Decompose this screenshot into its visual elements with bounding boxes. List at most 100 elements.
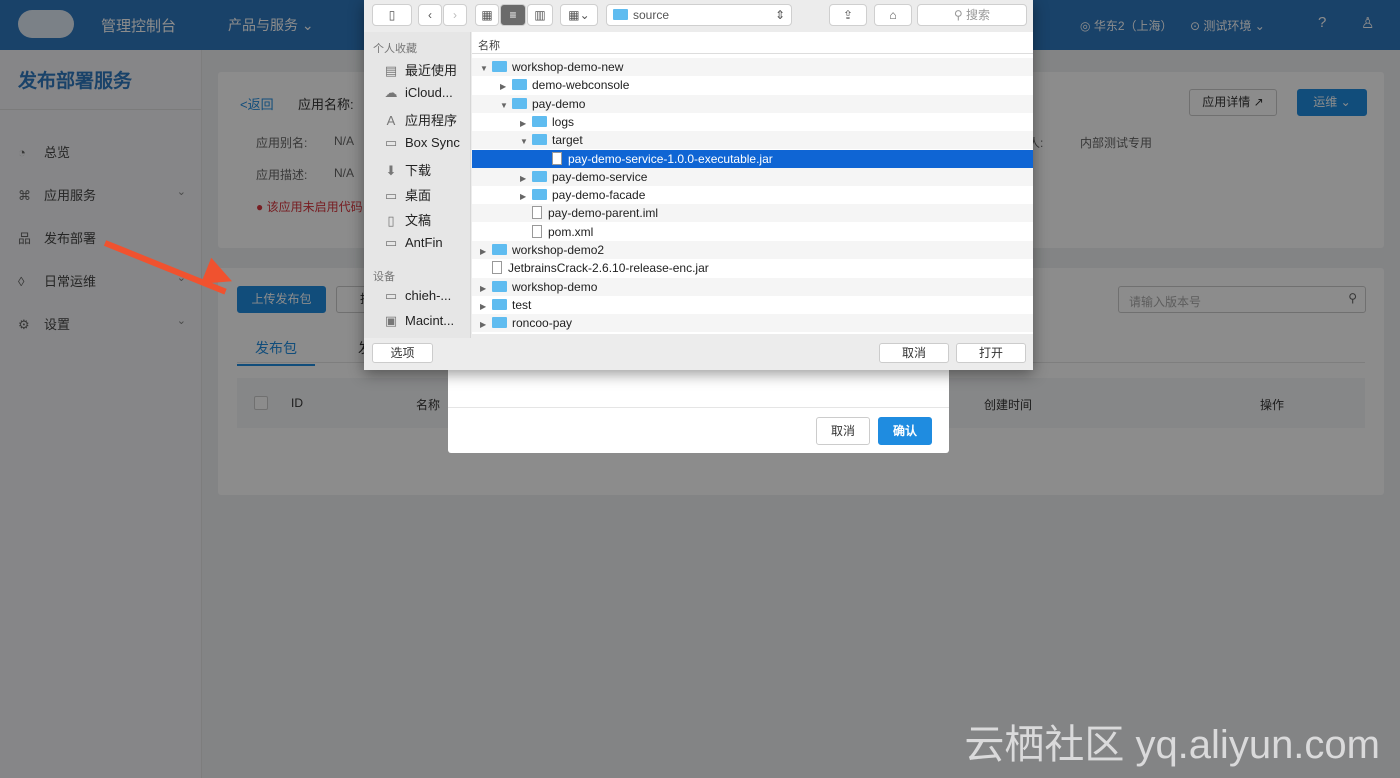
file-row[interactable]: ▶ roncoo-pay (472, 314, 1033, 334)
file-name: workshop-demo-new (512, 60, 624, 74)
file-name: pay-demo-service-1.0.0-executable.jar (568, 151, 773, 166)
favorite-item[interactable]: ☁ iCloud... (382, 85, 453, 101)
file-row[interactable]: ▶ pay-demo-facade (472, 186, 1033, 204)
file-row[interactable]: pom.xml (472, 223, 1033, 241)
favorite-label: 下载 (405, 163, 432, 178)
folder-icon (512, 79, 527, 91)
favorite-item[interactable]: ▭ AntFin (382, 235, 443, 251)
recent-icon: ▤ (384, 63, 398, 78)
file-row[interactable]: ▶ pay-demo-service (472, 167, 1033, 188)
favorite-item[interactable]: ▤ 最近使用 (382, 60, 457, 79)
file-row[interactable]: ▼ pay-demo (472, 94, 1033, 115)
file-icon (492, 261, 502, 275)
file-name: pay-demo-service (552, 169, 648, 184)
sidebar-toggle-button[interactable]: ▯ (372, 4, 412, 26)
folder-icon (613, 9, 628, 20)
folder-icon (492, 61, 507, 72)
file-row[interactable]: pay-demo-service-1.0.0-executable.jar (472, 149, 1033, 168)
favorite-item[interactable]: ⬇ 下载 (382, 160, 431, 179)
dialog-open-button[interactable]: 打开 (956, 343, 1026, 363)
file-row[interactable]: ▼ target (472, 131, 1033, 151)
disk-icon: ▣ (384, 313, 398, 328)
favorite-item[interactable]: A 应用程序 (382, 110, 457, 129)
desktop-icon: ▭ (384, 188, 398, 203)
location-popup[interactable]: source ⇕ (606, 4, 792, 26)
file-name: target (552, 133, 583, 148)
file-name: test (512, 297, 532, 312)
modal-confirm-button[interactable]: 确认 (878, 417, 932, 445)
back-button[interactable]: ‹ (418, 4, 442, 26)
tag-button[interactable]: ⌂ (874, 4, 912, 26)
folder-icon (492, 317, 507, 329)
favorite-item[interactable]: ▭ 桌面 (382, 185, 431, 204)
favorite-item[interactable]: ▯ 文稿 (382, 210, 431, 229)
devices-header: 设备 (373, 271, 395, 283)
file-row[interactable]: pay-demo-parent.iml (472, 204, 1033, 223)
device-item[interactable]: ▣ Macint... (382, 313, 454, 329)
column-view-button[interactable]: ▥ (527, 4, 553, 26)
disclosure-open-icon[interactable]: ▼ (520, 133, 532, 151)
favorite-label: iCloud... (405, 85, 453, 100)
device-item[interactable]: ▭ chieh-... (382, 288, 451, 304)
favorite-label: 应用程序 (405, 113, 458, 128)
favorites-sidebar: 个人收藏 ▤ 最近使用 ☁ iCloud... A 应用程序 ▭ Box Sync ⬇ 下载 ▭ 桌面… (364, 32, 471, 338)
file-row[interactable]: ▶ workshop-demo (472, 277, 1033, 298)
share-button[interactable]: ⇪ (829, 4, 867, 26)
applications-icon: A (386, 113, 396, 128)
favorites-header: 个人收藏 (373, 43, 417, 55)
column-header-name[interactable]: 名称 (472, 32, 1033, 54)
search-placeholder: 搜索 (966, 8, 991, 22)
file-row[interactable]: ▶ logs (472, 113, 1033, 131)
file-name: workshop-demo (512, 279, 598, 294)
favorite-item[interactable]: ▭ Box Sync (382, 135, 460, 151)
forward-button[interactable]: › (443, 4, 467, 26)
disclosure-closed-icon[interactable]: ▶ (480, 243, 492, 261)
file-name: demo-webconsole (532, 78, 630, 93)
file-row[interactable]: ▼ workshop-demo-new (472, 58, 1033, 76)
device-label: Macint... (405, 313, 455, 328)
download-icon: ⬇ (385, 163, 397, 178)
favorite-label: 文稿 (405, 213, 432, 228)
list-view-button[interactable]: ≡ (500, 4, 526, 26)
file-open-dialog: ▯ ‹ › ▦ ≡ ▥ ▦⌄ source ⇕ ⇪ ⌂ ⚲ 搜索 个人收藏 ▤ 最近… (364, 0, 1033, 370)
folder-icon (532, 170, 547, 182)
file-name: pom.xml (548, 224, 594, 239)
disclosure-closed-icon[interactable]: ▶ (520, 188, 532, 206)
disclosure-open-icon[interactable]: ▼ (480, 60, 492, 78)
options-button[interactable]: 选项 (372, 343, 433, 363)
disclosure-closed-icon[interactable]: ▶ (520, 170, 532, 188)
file-icon (532, 224, 542, 238)
disclosure-closed-icon[interactable]: ▶ (520, 115, 532, 133)
search-icon: ⚲ (953, 8, 967, 22)
disclosure-closed-icon[interactable]: ▶ (500, 78, 512, 96)
arrange-button[interactable]: ▦⌄ (560, 4, 598, 26)
file-name: pay-demo-facade (552, 188, 646, 203)
folder-icon (492, 244, 507, 255)
file-row[interactable]: ▶ demo-webconsole (472, 76, 1033, 94)
file-name: logs (552, 114, 575, 129)
modal-divider (448, 407, 949, 408)
finder-search-input[interactable]: ⚲ 搜索 (917, 4, 1027, 26)
file-row[interactable]: JetbrainsCrack-2.6.10-release-enc.jar (472, 259, 1033, 277)
icon-view-button[interactable]: ▦ (475, 4, 499, 26)
file-name: pay-demo (532, 96, 586, 111)
file-name: workshop-demo2 (512, 243, 605, 257)
folder-icon (492, 280, 507, 292)
disclosure-closed-icon[interactable]: ▶ (480, 280, 492, 298)
disclosure-closed-icon[interactable]: ▶ (480, 316, 492, 334)
dialog-cancel-button[interactable]: 取消 (879, 343, 949, 363)
file-row[interactable]: ▶ test (472, 296, 1033, 314)
file-row[interactable]: ▶ workshop-demo2 (472, 241, 1033, 259)
icloud-icon: ☁ (384, 85, 398, 100)
watermark: 云栖社区 yq.aliyun.com (964, 723, 1380, 767)
laptop-icon: ▭ (384, 288, 398, 303)
favorite-label: 桌面 (405, 188, 432, 203)
file-icon (532, 206, 542, 220)
disclosure-open-icon[interactable]: ▼ (500, 97, 512, 115)
file-name: roncoo-pay (512, 316, 573, 331)
file-name: JetbrainsCrack-2.6.10-release-enc.jar (508, 261, 709, 276)
updown-icon: ⇕ (774, 8, 785, 22)
modal-cancel-button[interactable]: 取消 (816, 417, 870, 445)
file-list: 名称 ▼ workshop-demo-new ▶ demo-webconsole ▼ pa… (472, 32, 1033, 334)
disclosure-closed-icon[interactable]: ▶ (480, 298, 492, 316)
